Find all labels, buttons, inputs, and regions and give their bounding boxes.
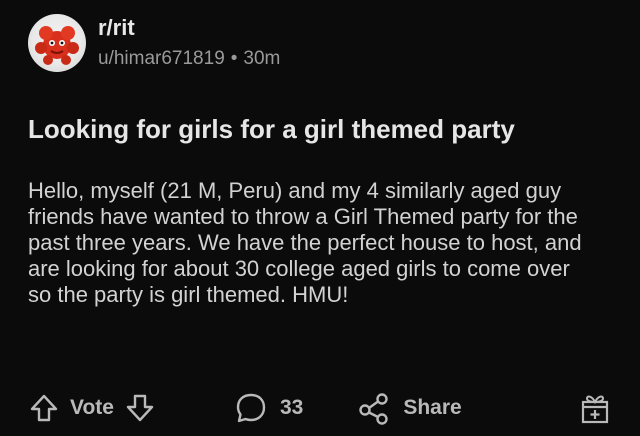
share-label: Share — [403, 396, 462, 419]
post-age: 30m — [243, 48, 281, 69]
author-name[interactable]: u/himar671819 — [98, 48, 225, 69]
subreddit-name[interactable]: r/rit — [98, 14, 280, 42]
byline-separator: • — [230, 48, 238, 69]
downvote-button[interactable] — [124, 392, 156, 424]
comments-button[interactable]: 33 — [234, 391, 303, 425]
vote-group: Vote — [28, 392, 156, 424]
subreddit-avatar[interactable] — [28, 14, 86, 72]
award-button[interactable] — [578, 390, 612, 426]
comment-bubble-icon — [236, 393, 266, 423]
post-header: r/rit u/himar671819 • 30m — [28, 14, 280, 72]
arrow-down-icon — [126, 394, 154, 422]
action-bar: Vote 33 Share — [28, 388, 612, 428]
vote-label: Vote — [70, 396, 114, 419]
share-button[interactable]: Share — [357, 391, 462, 425]
avatar-icon — [35, 26, 79, 65]
gift-award-icon — [581, 395, 609, 424]
post-card: r/rit u/himar671819 • 30m Looking for girl… — [0, 0, 640, 436]
post-title[interactable]: Looking for girls for a girl themed part… — [28, 112, 618, 146]
post-meta: r/rit u/himar671819 • 30m — [98, 14, 280, 72]
upvote-button[interactable] — [28, 392, 60, 424]
comment-count: 33 — [279, 396, 304, 419]
byline: u/himar671819 • 30m — [98, 46, 280, 72]
arrow-up-icon — [30, 394, 58, 422]
post-body: Hello, myself (21 M, Peru) and my 4 simi… — [28, 178, 582, 307]
share-icon — [359, 393, 389, 425]
